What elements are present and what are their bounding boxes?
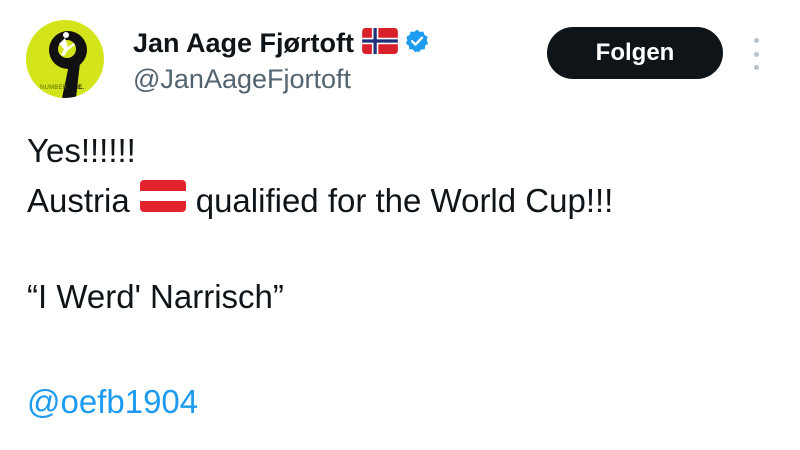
verified-badge-icon (404, 28, 430, 59)
avatar[interactable]: NUMBERNINE. (26, 20, 104, 98)
tweet-text-line-2: Austria qualified for the World Cup!!! (27, 180, 613, 221)
more-dot (753, 38, 759, 43)
more-dot (753, 65, 759, 70)
author-name-row: Jan Aage Fjørtoft (133, 26, 430, 60)
author-handle[interactable]: @JanAageFjortoft (133, 62, 351, 96)
tweet-text-austria: Austria (27, 181, 130, 219)
mention-link[interactable]: @oefb1904 (27, 382, 198, 422)
display-name[interactable]: Jan Aage Fjørtoft (133, 26, 354, 60)
more-options-icon[interactable] (744, 34, 768, 74)
follow-button[interactable]: Folgen (547, 27, 723, 79)
avatar-brand-text: NUMBERNINE. (40, 85, 85, 91)
norway-flag-icon (362, 27, 398, 59)
tweet-text-qualified: qualified for the World Cup!!! (195, 181, 614, 219)
tweet-text-line-1: Yes!!!!!! (27, 132, 136, 169)
tweet: NUMBERNINE. Jan Aage Fjørtoft @JanAageFj… (0, 0, 800, 450)
more-dot (753, 51, 759, 57)
austria-flag-icon (139, 180, 186, 221)
tweet-text-quote: “I Werd' Narrisch” (27, 278, 284, 315)
